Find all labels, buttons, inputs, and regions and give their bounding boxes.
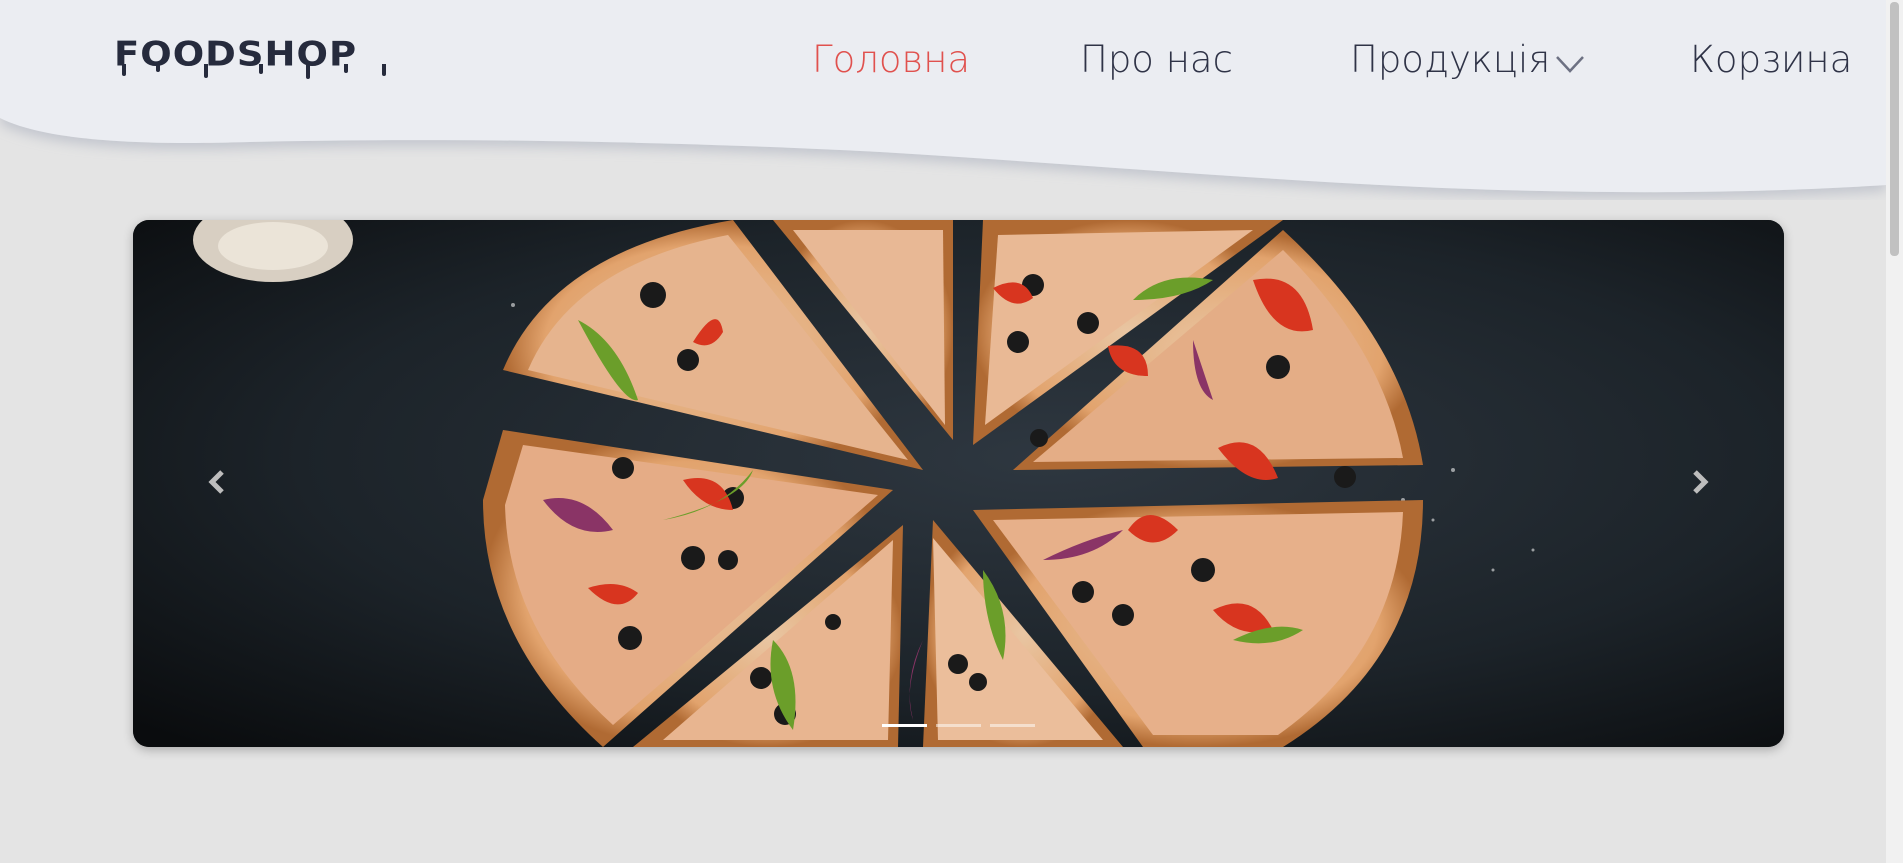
chevron-right-icon[interactable]	[1679, 462, 1719, 502]
logo-drips-decoration	[122, 64, 386, 79]
chevron-down-icon	[1556, 55, 1585, 73]
carousel-indicator-3[interactable]	[990, 724, 1035, 727]
page: FOODSHOP Головна Про нас Продукція Корзи…	[0, 0, 1903, 863]
header-background	[0, 0, 1886, 193]
nav-home-link[interactable]: Головна	[812, 34, 970, 86]
carousel-indicator-1[interactable]	[882, 724, 927, 727]
page-scrollbar[interactable]	[1886, 0, 1903, 863]
nav-products-label: Продукція	[1350, 38, 1551, 81]
carousel-indicator-2[interactable]	[936, 724, 981, 727]
chevron-left-icon[interactable]	[198, 462, 238, 502]
carousel-indicators	[133, 724, 1784, 727]
hero-carousel	[133, 220, 1784, 747]
nav-about-link[interactable]: Про нас	[1080, 34, 1233, 86]
pizza-slide-image	[133, 220, 1784, 747]
nav-products-dropdown[interactable]: Продукція	[1350, 34, 1588, 86]
nav-cart-link[interactable]: Корзина	[1690, 34, 1852, 86]
scrollbar-thumb[interactable]	[1890, 2, 1899, 256]
